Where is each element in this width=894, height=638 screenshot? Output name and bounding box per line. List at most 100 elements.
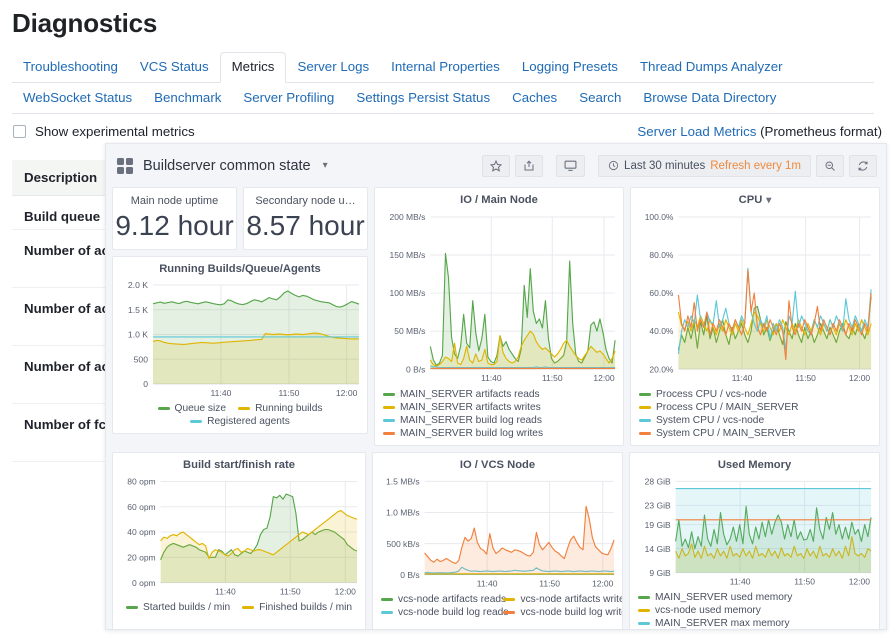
experimental-metrics-row[interactable]: Show experimental metrics	[13, 124, 195, 139]
legend-item[interactable]: Started builds / min	[126, 602, 230, 613]
tab-logging-presets[interactable]: Logging Presets	[511, 52, 629, 82]
tab-caches[interactable]: Caches	[501, 83, 568, 113]
dashboard-title: Buildserver common state	[143, 158, 311, 174]
x-axis-tick-label: 11:50	[795, 373, 816, 383]
legend-label: vcs-node build log writes	[520, 607, 623, 618]
legend-item[interactable]: MAIN_SERVER artifacts reads	[383, 389, 540, 400]
dashboard-row-1: Main node uptime 9.12 hour Secondary nod…	[112, 187, 880, 446]
legend-item[interactable]: Finished builds / min	[242, 602, 352, 613]
chart-plot-area[interactable]: 0 B/s50 MB/s100 MB/s150 MB/s200 MB/s11:4…	[375, 208, 623, 388]
tab-vcs-status[interactable]: VCS Status	[129, 52, 220, 82]
tab-settings-persist-status[interactable]: Settings Persist Status	[345, 83, 501, 113]
tab-metrics[interactable]: Metrics	[220, 52, 287, 83]
legend-item[interactable]: MAIN_SERVER used memory	[638, 592, 792, 603]
legend-item[interactable]: System CPU / MAIN_SERVER	[639, 428, 796, 439]
y-axis-tick-label: 0 opm	[132, 578, 156, 588]
panel-running-builds[interactable]: Running Builds/Queue/Agents05001.0 K1.5 …	[112, 256, 368, 434]
y-axis-tick-label: 20 opm	[127, 553, 155, 563]
legend-item[interactable]: vcs-node artifacts reads	[381, 594, 492, 605]
share-dashboard-button[interactable]	[515, 155, 543, 177]
y-axis-tick-label: 200 MB/s	[390, 212, 426, 222]
y-axis-tick-label: 0	[143, 379, 148, 389]
chart-plot-area[interactable]: 05001.0 K1.5 K2.0 K11:4011:5012:00	[113, 277, 367, 402]
tab-internal-properties[interactable]: Internal Properties	[380, 52, 511, 82]
favorite-star-button[interactable]	[482, 155, 510, 177]
chevron-down-icon[interactable]: ▾	[766, 195, 771, 206]
legend-item[interactable]: Queue size	[158, 403, 227, 414]
x-axis-tick-label: 11:50	[542, 373, 563, 383]
panel-title: IO / Main Node	[375, 188, 623, 208]
tab-server-profiling[interactable]: Server Profiling	[232, 83, 345, 113]
show-experimental-metrics-checkbox[interactable]	[13, 125, 26, 138]
dashboard-toolbar: Last 30 minutes Refresh every 1m	[482, 155, 877, 177]
refresh-button[interactable]	[849, 155, 877, 177]
tv-mode-button[interactable]	[556, 155, 585, 177]
legend-item[interactable]: Process CPU / MAIN_SERVER	[639, 402, 798, 413]
x-axis-tick-label: 12:00	[849, 577, 871, 587]
legend-item[interactable]: MAIN_SERVER build log reads	[383, 415, 542, 426]
legend-item[interactable]: MAIN_SERVER artifacts writes	[383, 402, 541, 413]
server-load-metrics-link[interactable]: Server Load Metrics	[637, 124, 756, 139]
chart-plot-area[interactable]: 20.0%40.0%60.0%80.0%100.0%11:4011:5012:0…	[631, 208, 879, 388]
tab-benchmark[interactable]: Benchmark	[143, 83, 232, 113]
y-axis-tick-label: 50 MB/s	[394, 326, 425, 336]
tab-server-logs[interactable]: Server Logs	[286, 52, 380, 82]
tab-row-primary: TroubleshootingVCS StatusMetricsServer L…	[12, 52, 874, 83]
y-axis-tick-label: 1.5 MB/s	[386, 477, 420, 487]
time-range-label: Last 30 minutes	[624, 160, 705, 172]
chart-plot-area[interactable]: 0 opm20 opm40 opm60 opm80 opm11:4011:501…	[113, 473, 365, 601]
refresh-interval-label: Refresh every 1m	[710, 160, 801, 172]
zoom-out-button[interactable]	[816, 155, 844, 177]
y-axis-tick-label: 0 B/s	[400, 570, 419, 580]
legend-color-swatch	[638, 609, 650, 612]
legend-label: Finished builds / min	[259, 602, 352, 613]
panel-title: Running Builds/Queue/Agents	[113, 257, 367, 277]
tab-thread-dumps-analyzer[interactable]: Thread Dumps Analyzer	[629, 52, 794, 82]
tab-navigation: TroubleshootingVCS StatusMetricsServer L…	[12, 52, 874, 114]
tab-search[interactable]: Search	[568, 83, 632, 113]
legend-item[interactable]: vcs-node used memory	[638, 605, 761, 616]
legend-item[interactable]: Running builds	[238, 403, 322, 414]
panel-used-memory[interactable]: Used Memory9 GiB14 GiB19 GiB23 GiB28 GiB…	[629, 452, 880, 630]
chart-legend: Process CPU / vcs-node Process CPU / MAIN…	[631, 388, 879, 445]
legend-label: MAIN_SERVER build log writes	[400, 428, 543, 439]
server-load-metrics-row: Server Load Metrics (Prometheus format)	[637, 124, 882, 139]
dashboard-title-group[interactable]: Buildserver common state ▾	[117, 158, 328, 174]
share-icon	[523, 160, 535, 172]
stat-panel-main-node-uptime[interactable]: Main node uptime 9.12 hour	[112, 187, 237, 250]
panel-cpu[interactable]: CPU▾20.0%40.0%60.0%80.0%100.0%11:4011:50…	[630, 187, 880, 446]
chevron-down-icon[interactable]: ▾	[323, 160, 328, 171]
panel-io-main-node[interactable]: IO / Main Node0 B/s50 MB/s100 MB/s150 MB…	[374, 187, 624, 446]
panel-title: Used Memory	[630, 453, 879, 473]
tab-troubleshooting[interactable]: Troubleshooting	[12, 52, 129, 82]
star-icon	[490, 160, 502, 172]
y-axis-tick-label: 40.0%	[649, 326, 674, 336]
chart-plot-area[interactable]: 0 B/s500 kB/s1.0 MB/s1.5 MB/s11:4011:501…	[373, 473, 622, 593]
panel-build-rate[interactable]: Build start/finish rate0 opm20 opm40 opm…	[112, 452, 366, 630]
y-axis-tick-label: 9 GiB	[649, 568, 671, 578]
legend-item[interactable]: System CPU / vcs-node	[639, 415, 764, 426]
legend-color-swatch	[158, 407, 170, 410]
stat-title: Main node uptime	[113, 188, 236, 209]
panel-io-vcs-node[interactable]: IO / VCS Node0 B/s500 kB/s1.0 MB/s1.5 MB…	[372, 452, 623, 630]
zoom-out-icon	[824, 160, 836, 172]
stat-panel-secondary-node-uptime[interactable]: Secondary node u… 8.57 hour	[243, 187, 368, 250]
chart-plot-area[interactable]: 9 GiB14 GiB19 GiB23 GiB28 GiB11:4011:501…	[630, 473, 879, 591]
chart-legend: MAIN_SERVER used memory vcs-node used mem…	[630, 591, 879, 630]
legend-item[interactable]: Process CPU / vcs-node	[639, 389, 767, 400]
tv-mode-icon	[564, 159, 577, 172]
legend-label: vcs-node build log reads	[398, 607, 508, 618]
tab-websocket-status[interactable]: WebSocket Status	[12, 83, 143, 113]
legend-item[interactable]: Registered agents	[190, 416, 290, 427]
dashboard-panels: Main node uptime 9.12 hour Secondary nod…	[106, 187, 886, 630]
legend-item[interactable]: vcs-node build log reads	[381, 607, 492, 618]
legend-item[interactable]: MAIN_SERVER max memory	[638, 618, 790, 629]
stat-title: Secondary node u…	[244, 188, 367, 209]
chart-legend: vcs-node artifacts reads vcs-node artifac…	[373, 593, 622, 624]
legend-item[interactable]: vcs-node artifacts writes	[503, 594, 614, 605]
legend-item[interactable]: MAIN_SERVER build log writes	[383, 428, 543, 439]
time-range-picker[interactable]: Last 30 minutes Refresh every 1m	[598, 155, 811, 177]
y-axis-tick-label: 100.0%	[645, 212, 674, 222]
tab-browse-data-directory[interactable]: Browse Data Directory	[632, 83, 787, 113]
legend-item[interactable]: vcs-node build log writes	[503, 607, 614, 618]
